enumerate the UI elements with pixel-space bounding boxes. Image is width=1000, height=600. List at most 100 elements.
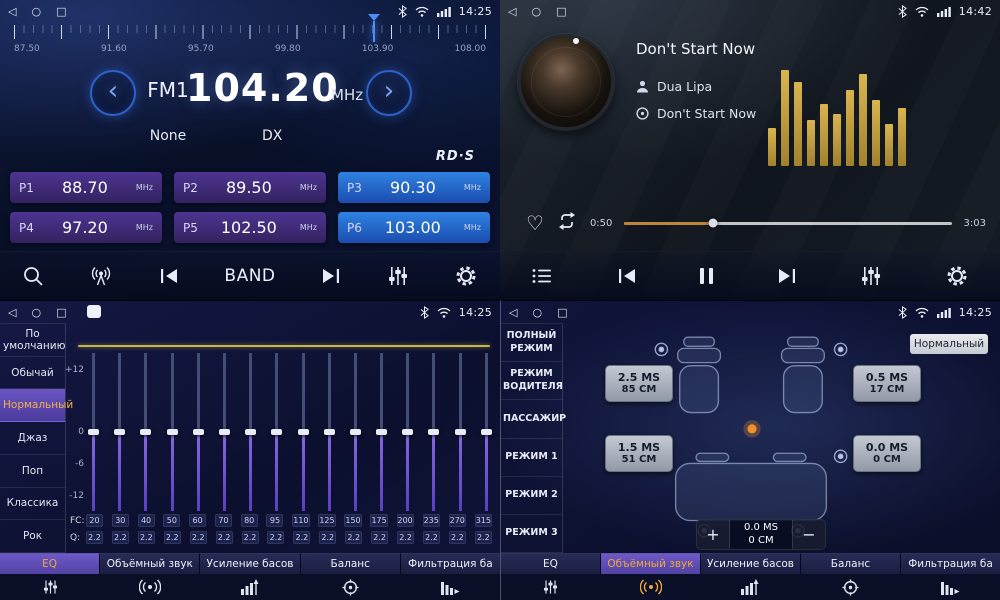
slider-knob[interactable] (298, 429, 309, 435)
eq-band-slider[interactable] (298, 353, 309, 511)
bass-boost-tab-icon[interactable] (200, 579, 300, 595)
settings-button[interactable] (941, 260, 973, 292)
tuner-scale[interactable]: 87.5091.6095.7099.80103.90108.00 (14, 25, 486, 61)
bottom-tab[interactable]: Фильтрация ба (901, 553, 1000, 574)
search-stations-button[interactable] (18, 261, 48, 291)
eq-band-slider[interactable] (455, 353, 466, 511)
tune-up-button[interactable]: › (366, 70, 412, 116)
slider-knob[interactable] (88, 429, 99, 435)
slider-knob[interactable] (271, 429, 282, 435)
eq-preset-item[interactable]: По умолчанию (0, 324, 65, 357)
surround-tab-icon[interactable] (100, 579, 200, 595)
preset-button[interactable]: P6 103.00 MHz (338, 212, 490, 243)
eq-tab-icon[interactable] (501, 579, 601, 595)
listening-mode-item[interactable]: ПАССАЖИР (501, 400, 562, 438)
listening-mode-item[interactable]: ПОЛНЫЙ РЕЖИМ (501, 324, 562, 362)
slider-knob[interactable] (219, 429, 230, 435)
profile-button[interactable]: Нормальный (910, 334, 988, 354)
eq-band-slider[interactable] (245, 353, 256, 511)
pause-button[interactable] (696, 264, 717, 288)
eq-band-slider[interactable] (481, 353, 492, 511)
slider-knob[interactable] (402, 429, 413, 435)
recents-nav-icon[interactable]: □ (556, 5, 566, 18)
home-nav-icon[interactable]: ○ (31, 5, 41, 18)
eq-preset-item[interactable]: Нормальный (0, 389, 65, 422)
eq-band-slider[interactable] (193, 353, 204, 511)
filter-tab-icon[interactable] (900, 579, 1000, 595)
eq-preset-item[interactable]: Классика (0, 488, 65, 521)
progress-bar[interactable] (624, 222, 951, 225)
eq-band-slider[interactable] (402, 353, 413, 511)
slider-knob[interactable] (193, 429, 204, 435)
bass-boost-tab-icon[interactable] (701, 579, 801, 595)
slider-knob[interactable] (245, 429, 256, 435)
recents-nav-icon[interactable]: □ (557, 306, 567, 319)
bottom-tab[interactable]: Фильтрация ба (401, 553, 500, 574)
audio-settings-button[interactable] (856, 261, 886, 291)
bottom-tab[interactable]: Усиление басов (701, 553, 801, 574)
home-nav-icon[interactable]: ○ (31, 306, 41, 319)
speaker-delay-button[interactable]: 1.5 MS 51 CM (605, 435, 673, 472)
slider-knob[interactable] (481, 429, 492, 435)
filter-tab-icon[interactable] (400, 579, 500, 595)
next-track-button[interactable] (772, 263, 802, 289)
preset-button[interactable]: P3 90.30 MHz (338, 172, 490, 203)
decrease-delay-button[interactable]: − (792, 520, 825, 549)
slider-knob[interactable] (350, 429, 361, 435)
speaker-delay-button[interactable]: 2.5 MS 85 CM (605, 365, 673, 402)
eq-band-slider[interactable] (376, 353, 387, 511)
eq-preset-item[interactable]: Джаз (0, 422, 65, 455)
eq-preset-item[interactable]: Обычай (0, 357, 65, 390)
previous-track-button[interactable] (612, 263, 642, 289)
slider-knob[interactable] (167, 429, 178, 435)
eq-band-slider[interactable] (271, 353, 282, 511)
settings-button[interactable] (450, 260, 482, 292)
recents-nav-icon[interactable]: □ (56, 5, 66, 18)
preset-button[interactable]: P1 88.70 MHz (10, 172, 162, 203)
balance-tab-icon[interactable] (800, 579, 900, 596)
playlist-button[interactable] (527, 263, 557, 289)
increase-delay-button[interactable]: + (697, 520, 730, 549)
listening-mode-item[interactable]: РЕЖИМ ВОДИТЕЛЯ (501, 362, 562, 400)
home-nav-icon[interactable]: ○ (532, 306, 542, 319)
bottom-tab[interactable]: Баланс (801, 553, 901, 574)
eq-band-slider[interactable] (167, 353, 178, 511)
eq-preset-item[interactable]: Рок (0, 520, 65, 553)
band-button[interactable]: BAND (220, 262, 279, 290)
eq-band-slider[interactable] (428, 353, 439, 511)
back-nav-icon[interactable]: ◁ (8, 306, 16, 319)
progress-knob[interactable] (708, 219, 717, 228)
home-nav-icon[interactable]: ○ (531, 5, 541, 18)
eq-preset-item[interactable]: Поп (0, 455, 65, 488)
bottom-tab[interactable]: EQ (501, 553, 601, 574)
slider-knob[interactable] (140, 429, 151, 435)
bottom-tab[interactable]: Объёмный звук (100, 553, 200, 574)
listening-mode-item[interactable]: РЕЖИМ 3 (501, 515, 562, 553)
back-nav-icon[interactable]: ◁ (509, 306, 517, 319)
listening-mode-item[interactable]: РЕЖИМ 2 (501, 477, 562, 515)
favorite-button[interactable]: ♡ (526, 213, 544, 233)
bottom-tab[interactable]: Усиление басов (200, 553, 300, 574)
balance-tab-icon[interactable] (300, 579, 400, 596)
recents-nav-icon[interactable]: □ (56, 306, 66, 319)
audio-settings-button[interactable] (383, 261, 413, 291)
broadcast-scan-button[interactable] (85, 261, 117, 291)
slider-knob[interactable] (455, 429, 466, 435)
preset-button[interactable]: P2 89.50 MHz (174, 172, 326, 203)
speaker-delay-button[interactable]: 0.5 MS 17 CM (853, 365, 921, 402)
back-nav-icon[interactable]: ◁ (508, 5, 516, 18)
preset-button[interactable]: P4 97.20 MHz (10, 212, 162, 243)
slider-knob[interactable] (428, 429, 439, 435)
eq-band-slider[interactable] (140, 353, 151, 511)
eq-band-slider[interactable] (114, 353, 125, 511)
eq-band-slider[interactable] (88, 353, 99, 511)
speaker-delay-button[interactable]: 0.0 MS 0 CM (853, 435, 921, 472)
next-station-button[interactable] (316, 263, 346, 289)
bottom-tab[interactable]: Баланс (301, 553, 401, 574)
slider-knob[interactable] (114, 429, 125, 435)
eq-band-slider[interactable] (324, 353, 335, 511)
slider-knob[interactable] (376, 429, 387, 435)
listening-mode-item[interactable]: РЕЖИМ 1 (501, 439, 562, 477)
preset-button[interactable]: P5 102.50 MHz (174, 212, 326, 243)
repeat-button[interactable] (556, 211, 578, 235)
